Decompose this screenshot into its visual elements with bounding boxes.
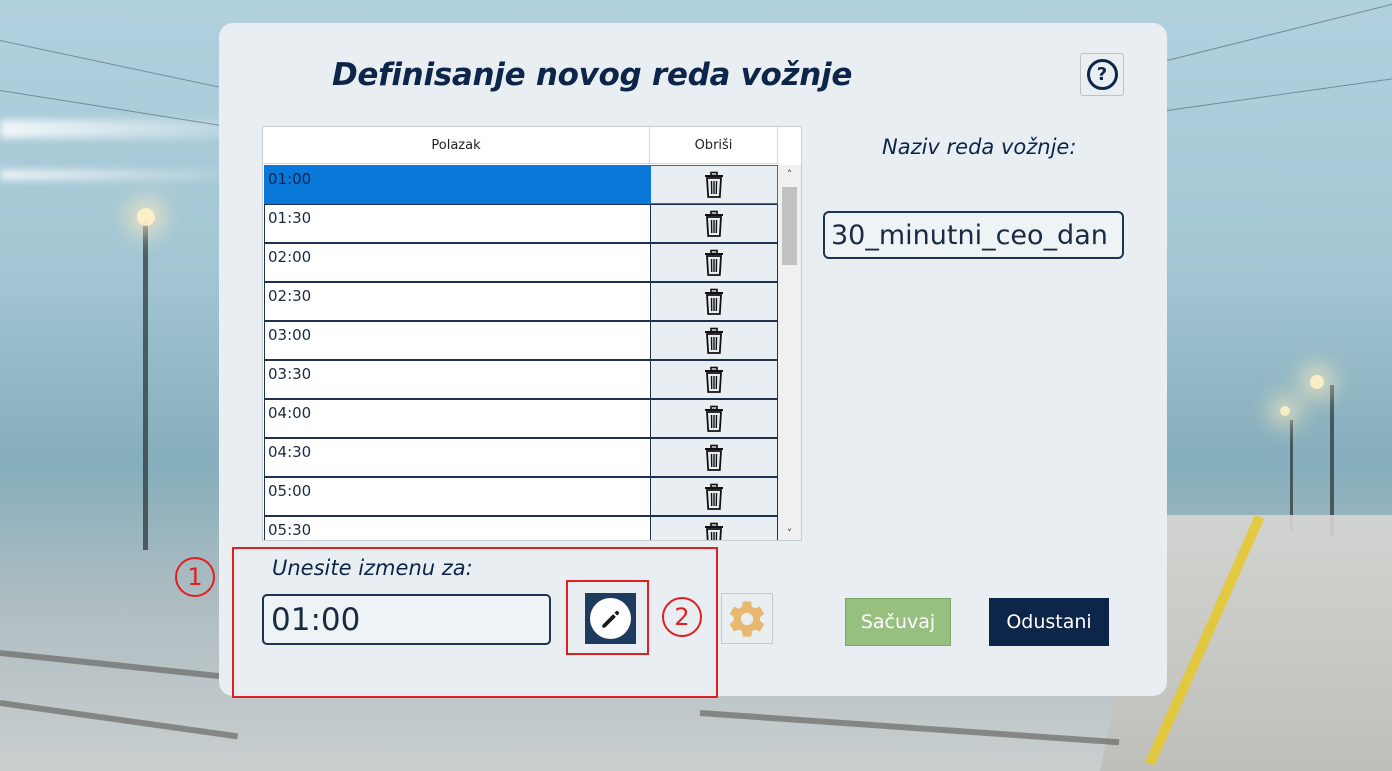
departure-time-cell[interactable]: 03:00	[264, 321, 650, 360]
lamp-light	[137, 208, 155, 226]
settings-button[interactable]	[721, 593, 773, 644]
delete-row-button[interactable]	[650, 516, 778, 540]
table-row[interactable]: 01:00	[264, 165, 778, 204]
delete-row-button[interactable]	[650, 438, 778, 477]
help-icon: ?	[1086, 59, 1118, 90]
trash-icon	[705, 405, 723, 432]
lamp-post	[143, 220, 148, 550]
scrollbar-thumb[interactable]	[782, 187, 797, 265]
schedule-name-label: Naziv reda vožnje:	[882, 135, 1077, 159]
trash-icon	[705, 327, 723, 354]
delete-row-button[interactable]	[650, 204, 778, 243]
annotation-marker-1: 1	[175, 557, 215, 597]
departure-time-cell[interactable]: 01:00	[264, 165, 650, 204]
delete-row-button[interactable]	[650, 360, 778, 399]
delete-row-button[interactable]	[650, 321, 778, 360]
trash-icon	[705, 210, 723, 237]
cancel-button[interactable]: Odustani	[989, 598, 1109, 646]
pencil-icon	[601, 610, 619, 628]
table-row[interactable]: 02:00	[264, 243, 778, 282]
page-title: Definisanje novog reda vožnje	[332, 57, 853, 93]
delete-row-button[interactable]	[650, 477, 778, 516]
delete-row-button[interactable]	[650, 399, 778, 438]
column-header-departure[interactable]: Polazak	[263, 127, 650, 163]
table-row[interactable]: 03:00	[264, 321, 778, 360]
schedule-dialog: Definisanje novog reda vožnje ? Polazak …	[219, 23, 1167, 696]
overhead-wire	[0, 40, 255, 96]
trash-icon	[705, 444, 723, 471]
trash-icon	[705, 288, 723, 315]
departure-time-cell[interactable]: 04:30	[264, 438, 650, 477]
departure-time-cell[interactable]: 02:00	[264, 243, 650, 282]
rail-track	[0, 650, 239, 682]
trash-icon	[705, 171, 723, 198]
rail-track	[699, 710, 1120, 746]
departure-time-cell[interactable]: 03:30	[264, 360, 650, 399]
table-row[interactable]: 04:00	[264, 399, 778, 438]
departure-time-cell[interactable]: 05:30	[264, 516, 650, 540]
lamp-light	[1280, 406, 1290, 416]
overhead-wire	[1166, 76, 1392, 111]
departure-time-cell[interactable]: 04:00	[264, 399, 650, 438]
edit-time-input[interactable]	[262, 594, 551, 645]
trash-icon	[705, 249, 723, 276]
table-body: 01:00 01:30 02:00 02:30 03:00 03:30 04:00 04:30…	[264, 165, 778, 540]
trash-icon	[705, 366, 723, 393]
table-row[interactable]: 05:30	[264, 516, 778, 540]
delete-row-button[interactable]	[650, 243, 778, 282]
schedule-name-input[interactable]	[823, 211, 1124, 259]
edit-label: Unesite izmenu za:	[272, 556, 473, 580]
rail-track	[0, 700, 239, 740]
overhead-wire	[1166, 1, 1392, 61]
trash-icon	[705, 522, 723, 540]
scroll-up-arrow[interactable]: ˄	[778, 165, 801, 183]
departure-time-cell[interactable]: 02:30	[264, 282, 650, 321]
delete-row-button[interactable]	[650, 165, 778, 204]
gear-icon	[729, 600, 765, 637]
departures-table: Polazak Obriši 01:00 01:30 02:00 02:30 03:00…	[262, 126, 802, 541]
departure-time-cell[interactable]: 05:00	[264, 477, 650, 516]
light-streak	[0, 170, 220, 180]
table-row[interactable]: 05:00	[264, 477, 778, 516]
table-header: Polazak Obriši	[263, 127, 779, 164]
table-row[interactable]: 04:30	[264, 438, 778, 477]
help-button[interactable]: ?	[1080, 53, 1124, 96]
save-button[interactable]: Sačuvaj	[845, 598, 951, 646]
lamp-light	[1310, 375, 1324, 389]
table-row[interactable]: 01:30	[264, 204, 778, 243]
departure-time-cell[interactable]: 01:30	[264, 204, 650, 243]
lamp-post	[1290, 420, 1293, 530]
table-row[interactable]: 02:30	[264, 282, 778, 321]
column-header-delete[interactable]: Obriši	[650, 127, 778, 163]
scroll-down-arrow[interactable]: ˅	[778, 524, 801, 540]
table-row[interactable]: 03:30	[264, 360, 778, 399]
lamp-post	[1330, 385, 1334, 535]
delete-row-button[interactable]	[650, 282, 778, 321]
edit-button[interactable]	[585, 593, 636, 644]
annotation-marker-2: 2	[662, 597, 702, 637]
table-scrollbar[interactable]: ˄ ˅	[778, 165, 801, 540]
trash-icon	[705, 483, 723, 510]
